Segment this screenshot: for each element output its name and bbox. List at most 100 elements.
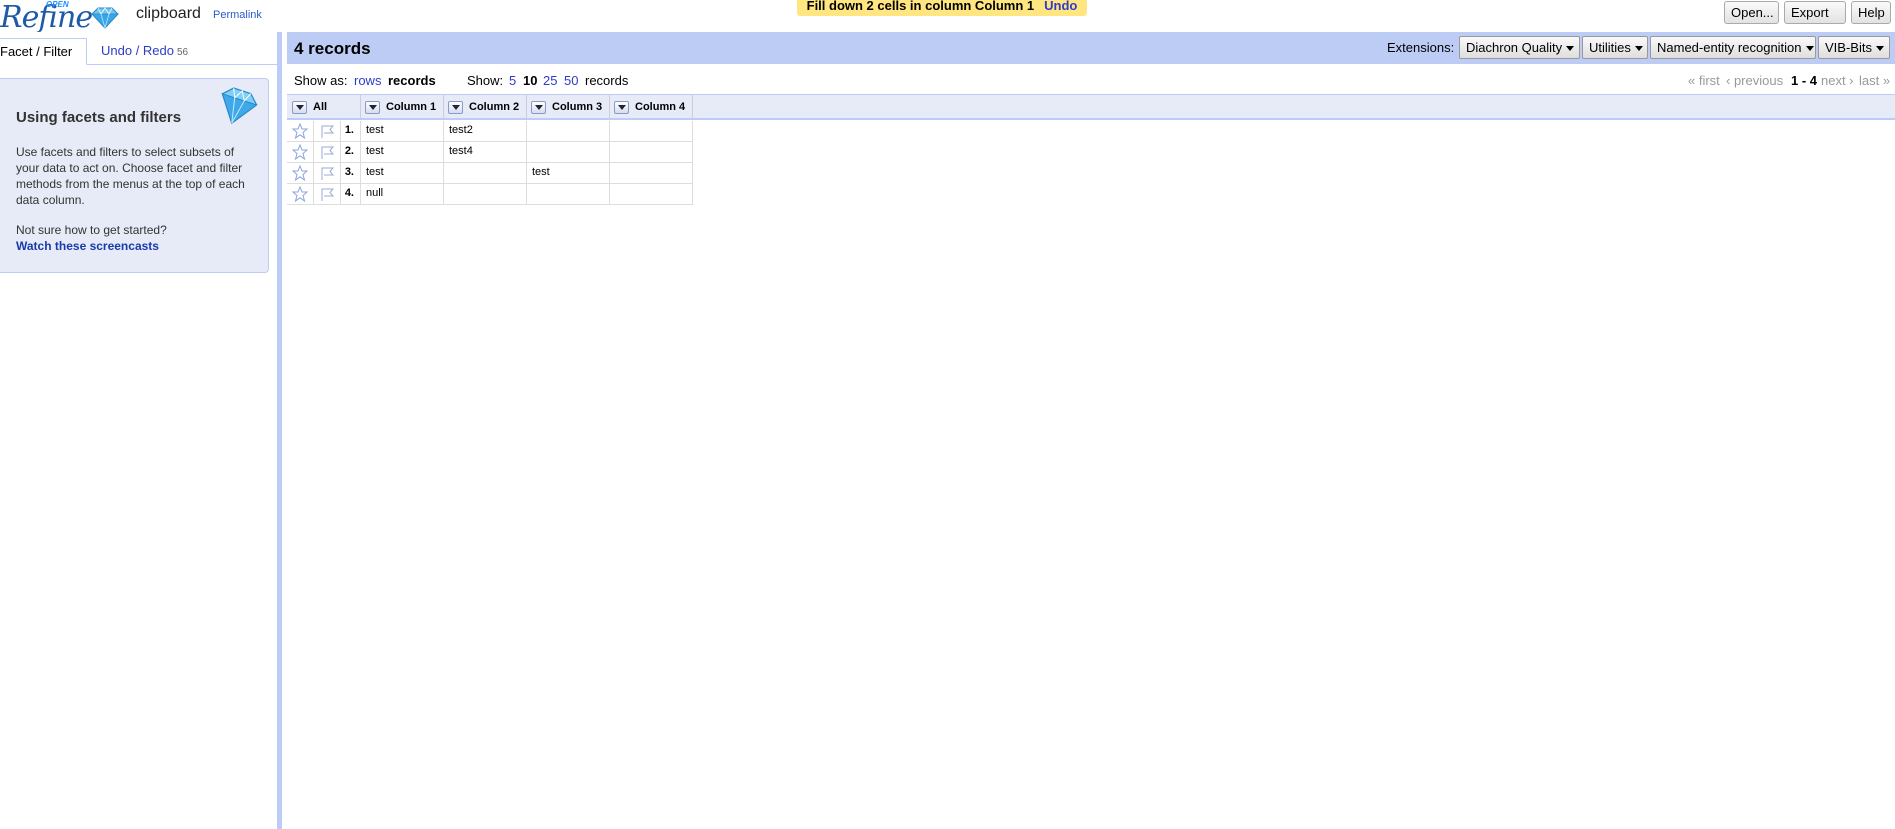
- pager-next[interactable]: next ›: [1821, 73, 1854, 88]
- star-cell[interactable]: [287, 142, 314, 163]
- flag-icon[interactable]: [319, 123, 336, 139]
- all-column-label: All: [313, 101, 328, 113]
- page-size-25-link[interactable]: 25: [543, 73, 557, 88]
- data-cell[interactable]: [527, 184, 610, 205]
- chevron-down-icon: [1566, 46, 1575, 52]
- star-cell[interactable]: [287, 121, 314, 142]
- column-header-4[interactable]: Column 4: [610, 95, 693, 119]
- page-size-5-link[interactable]: 5: [509, 73, 516, 88]
- help-button[interactable]: Help: [1851, 1, 1891, 24]
- extension-label: Diachron Quality: [1466, 40, 1563, 55]
- show-as-records-current: records: [388, 73, 436, 88]
- pager-previous[interactable]: ‹ previous: [1726, 73, 1783, 88]
- flag-icon[interactable]: [319, 186, 336, 202]
- flag-cell[interactable]: [314, 184, 341, 205]
- flag-icon[interactable]: [319, 144, 336, 160]
- tab-undo-redo[interactable]: Undo / Redo 56: [93, 38, 196, 65]
- row-index: 4.: [341, 184, 361, 205]
- column-header-1[interactable]: Column 1: [361, 95, 444, 119]
- help-body: Use facets and filters to select subsets…: [16, 145, 245, 207]
- row-index: 2.: [341, 142, 361, 163]
- undo-count-badge: 56: [177, 47, 189, 58]
- column-header-label: Column 3: [552, 101, 603, 113]
- column-menu-icon[interactable]: [448, 101, 463, 114]
- record-count: 4 records: [294, 39, 371, 58]
- help-button-label: Help: [1858, 5, 1885, 20]
- column-header-2[interactable]: Column 2: [444, 95, 527, 119]
- data-cell[interactable]: test4: [444, 142, 527, 163]
- tab-facet-filter[interactable]: Facet / Filter: [0, 38, 87, 65]
- left-panel: Facet / Filter Undo / Redo 56 Using facet…: [0, 32, 282, 829]
- extension-ner-button[interactable]: Named-entity recognition: [1650, 36, 1816, 59]
- view-options-bar: Show as: rows records Show: 5 10 25 50 r…: [287, 64, 1895, 94]
- show-label: Show:: [467, 73, 504, 88]
- pager-range: 1 - 4: [1791, 73, 1818, 88]
- tab-facet-filter-label: Facet / Filter: [0, 44, 73, 59]
- data-cell[interactable]: test: [361, 142, 444, 163]
- show-as-label: Show as:: [294, 73, 348, 88]
- data-cell[interactable]: [610, 163, 693, 184]
- extension-utilities-button[interactable]: Utilities: [1582, 36, 1648, 59]
- data-cell[interactable]: [610, 142, 693, 163]
- facet-help-box: Using facets and filters Use facets and …: [0, 78, 269, 273]
- app-header: Refine OPEN clipboard Permalink Fill dow…: [0, 0, 1895, 38]
- star-cell[interactable]: [287, 163, 314, 184]
- extensions-label: Extensions:: [1387, 40, 1455, 55]
- star-icon[interactable]: [292, 123, 308, 139]
- data-cell[interactable]: null: [361, 184, 444, 205]
- page-size-50-link[interactable]: 50: [564, 73, 578, 88]
- star-icon[interactable]: [292, 144, 308, 160]
- all-column-header[interactable]: All: [287, 95, 361, 119]
- data-cell[interactable]: test2: [444, 121, 527, 142]
- star-icon[interactable]: [292, 165, 308, 181]
- flag-cell[interactable]: [314, 142, 341, 163]
- extension-vib-bits-button[interactable]: VIB-Bits: [1818, 36, 1890, 59]
- column-menu-icon[interactable]: [531, 101, 546, 114]
- column-header-3[interactable]: Column 3: [527, 95, 610, 119]
- chevron-down-icon: [1805, 46, 1814, 52]
- data-cell[interactable]: test: [361, 163, 444, 184]
- data-cell[interactable]: [527, 121, 610, 142]
- star-icon[interactable]: [292, 186, 308, 202]
- tab-undo-redo-label: Undo / Redo: [101, 43, 174, 58]
- data-cell[interactable]: test: [527, 163, 610, 184]
- pager-last[interactable]: last »: [1859, 73, 1890, 88]
- column-header-label: Column 2: [469, 101, 520, 113]
- all-column-menu-icon[interactable]: [292, 101, 307, 114]
- notification-bar: Fill down 2 cells in column Column 1 Undo: [797, 0, 1087, 16]
- open-button[interactable]: Open...: [1724, 1, 1779, 24]
- extension-label: Named-entity recognition: [1657, 40, 1802, 55]
- star-cell[interactable]: [287, 184, 314, 205]
- notification-undo-link[interactable]: Undo: [1044, 0, 1077, 13]
- export-button[interactable]: Export: [1784, 1, 1846, 38]
- extension-diachron-quality-button[interactable]: Diachron Quality: [1459, 36, 1580, 59]
- logo-open-text: OPEN: [46, 0, 69, 9]
- column-menu-icon[interactable]: [614, 101, 629, 114]
- diamond-icon: [91, 7, 119, 29]
- permalink-link[interactable]: Permalink: [213, 9, 262, 21]
- chevron-down-icon: [1875, 46, 1884, 52]
- flag-cell[interactable]: [314, 163, 341, 184]
- data-cell[interactable]: [527, 142, 610, 163]
- data-cell[interactable]: [444, 184, 527, 205]
- row-index: 1.: [341, 121, 361, 142]
- row-index: 3.: [341, 163, 361, 184]
- column-header-label: Column 4: [635, 101, 686, 113]
- openrefine-logo[interactable]: Refine OPEN: [0, 1, 124, 33]
- data-cell[interactable]: [444, 163, 527, 184]
- table-header-row: All Column 1 Column 2 Column 3 Column 4: [287, 94, 1895, 120]
- flag-icon[interactable]: [319, 165, 336, 181]
- data-cell[interactable]: test: [361, 121, 444, 142]
- data-cell[interactable]: [610, 184, 693, 205]
- column-menu-icon[interactable]: [365, 101, 380, 114]
- project-name[interactable]: clipboard: [136, 5, 201, 23]
- chevron-down-icon: [1634, 46, 1643, 52]
- screencasts-link[interactable]: Watch these screencasts: [16, 238, 252, 254]
- export-button-label: Export: [1791, 5, 1829, 20]
- flag-cell[interactable]: [314, 121, 341, 142]
- show-as-rows-link[interactable]: rows: [354, 73, 381, 88]
- pager-first[interactable]: « first: [1688, 73, 1720, 88]
- extension-label: VIB-Bits: [1825, 40, 1872, 55]
- summary-bar: 4 records Extensions: Diachron Quality U…: [287, 32, 1895, 64]
- data-cell[interactable]: [610, 121, 693, 142]
